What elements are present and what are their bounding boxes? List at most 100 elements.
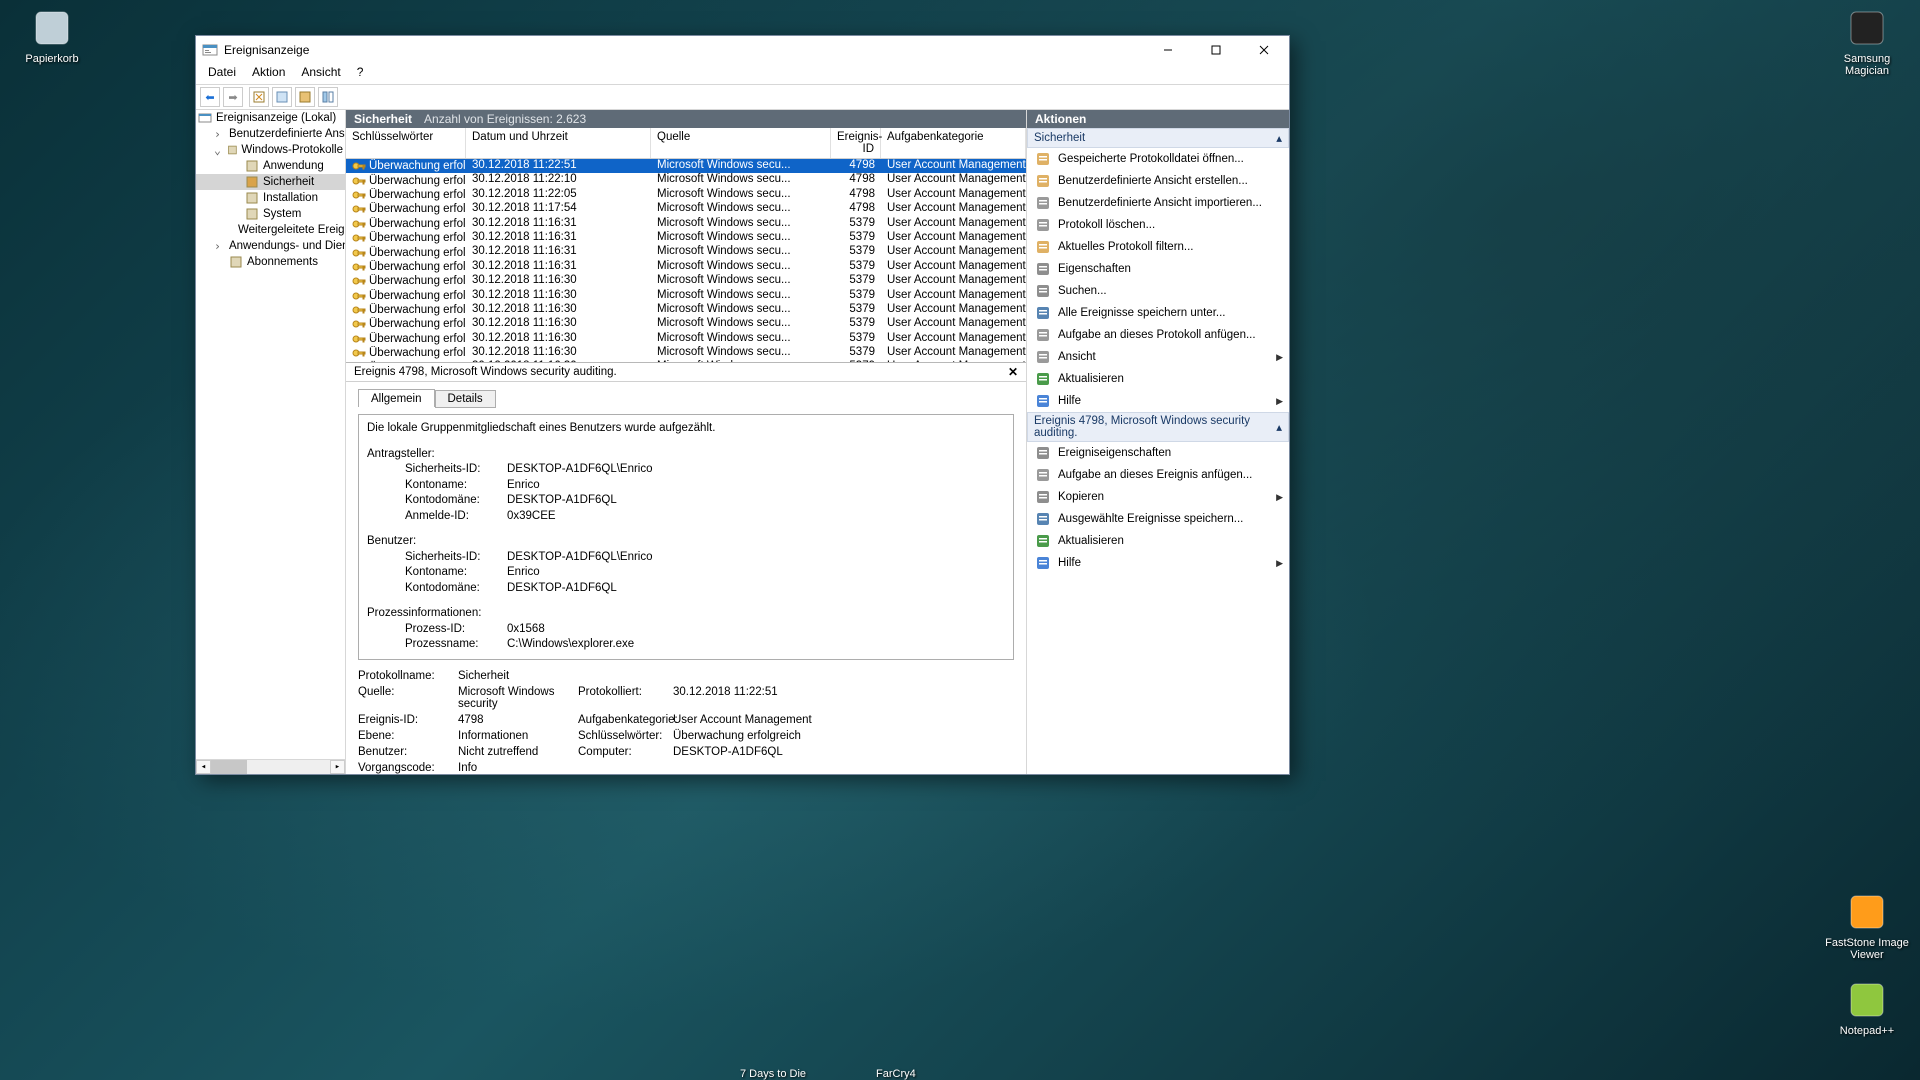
key-icon [352, 304, 366, 316]
minimize-button[interactable] [1147, 36, 1189, 64]
menu-view[interactable]: Ansicht [294, 64, 347, 84]
table-row[interactable]: Überwachung erfolgre...30.12.2018 11:16:… [346, 231, 1026, 245]
tree-item[interactable]: ›Benutzerdefinierte Ansichten [196, 126, 345, 142]
toolbar-btn-3[interactable] [295, 87, 315, 107]
key-icon [352, 275, 366, 287]
close-button[interactable] [1243, 36, 1285, 64]
toolbar-btn-1[interactable] [249, 87, 269, 107]
action-item[interactable]: Benutzerdefinierte Ansicht importieren..… [1027, 192, 1289, 214]
key-icon [352, 247, 366, 259]
actions-group-header[interactable]: Sicherheit▴ [1027, 128, 1289, 148]
table-row[interactable]: Überwachung erfolgre...30.12.2018 11:16:… [346, 289, 1026, 303]
action-icon [1035, 393, 1051, 409]
tree-horizontal-scrollbar[interactable]: ◂▸ [196, 759, 345, 774]
tree-root[interactable]: Ereignisanzeige (Lokal) [196, 110, 345, 126]
tree-item[interactable]: ⌄Windows-Protokolle [196, 142, 345, 158]
expand-icon[interactable]: › [214, 127, 221, 141]
menu-action[interactable]: Aktion [245, 64, 292, 84]
chevron-up-icon: ▴ [1276, 420, 1282, 434]
action-item[interactable]: Aktuelles Protokoll filtern... [1027, 236, 1289, 258]
expand-icon[interactable]: ⌄ [214, 143, 223, 157]
taskbar-item[interactable]: FarCry4 [876, 1068, 916, 1080]
table-row[interactable]: Überwachung erfolgre...30.12.2018 11:16:… [346, 245, 1026, 259]
tree-item[interactable]: Installation [196, 190, 345, 206]
key-icon [352, 333, 366, 345]
col-category[interactable]: Aufgabenkategorie [881, 128, 1026, 158]
table-row[interactable]: Überwachung erfolgre...30.12.2018 11:16:… [346, 303, 1026, 317]
center-pane: Sicherheit Anzahl von Ereignissen: 2.623… [346, 110, 1027, 774]
table-row[interactable]: Überwachung erfolgre...30.12.2018 11:16:… [346, 332, 1026, 346]
col-eventid[interactable]: Ereignis-ID [831, 128, 881, 158]
col-datetime[interactable]: Datum und Uhrzeit [466, 128, 651, 158]
grid-body[interactable]: Überwachung erfolgre...30.12.2018 11:22:… [346, 159, 1026, 362]
action-item[interactable]: Kopieren▶ [1027, 486, 1289, 508]
action-icon [1035, 555, 1051, 571]
tree-item[interactable]: Anwendung [196, 158, 345, 174]
tree-item[interactable]: Sicherheit [196, 174, 345, 190]
action-icon [1035, 239, 1051, 255]
detail-header: Ereignis 4798, Microsoft Windows securit… [346, 363, 1026, 382]
desktop-icon-faststone[interactable]: FastStone Image Viewer [1825, 890, 1909, 961]
expand-icon[interactable]: › [214, 239, 221, 253]
action-item[interactable]: Ereigniseigenschaften [1027, 442, 1289, 464]
action-icon [1035, 511, 1051, 527]
tab-general[interactable]: Allgemein [358, 389, 435, 407]
desktop-icon-notepadpp[interactable]: Notepad++ [1825, 978, 1909, 1037]
actions-pane: Aktionen Sicherheit▴Gespeicherte Protoko… [1027, 110, 1289, 774]
action-icon [1035, 217, 1051, 233]
forward-button[interactable]: ➡ [223, 87, 243, 107]
toolbar-btn-2[interactable] [272, 87, 292, 107]
action-icon [1035, 533, 1051, 549]
action-item[interactable]: Hilfe▶ [1027, 390, 1289, 412]
action-item[interactable]: Aufgabe an dieses Ereignis anfügen... [1027, 464, 1289, 486]
action-item[interactable]: Hilfe▶ [1027, 552, 1289, 574]
action-item[interactable]: Aktualisieren [1027, 368, 1289, 390]
table-row[interactable]: Überwachung erfolgre...30.12.2018 11:16:… [346, 360, 1026, 362]
action-item[interactable]: Gespeicherte Protokolldatei öffnen... [1027, 148, 1289, 170]
action-item[interactable]: Eigenschaften [1027, 258, 1289, 280]
table-row[interactable]: Überwachung erfolgre...30.12.2018 11:22:… [346, 159, 1026, 173]
action-item[interactable]: Alle Ereignisse speichern unter... [1027, 302, 1289, 324]
col-keywords[interactable]: Schlüsselwörter [346, 128, 466, 158]
key-icon [352, 160, 366, 172]
desktop-icon-recycle-bin[interactable]: Papierkorb [10, 6, 94, 65]
back-button[interactable]: ⬅ [200, 87, 220, 107]
table-row[interactable]: Überwachung erfolgre...30.12.2018 11:16:… [346, 346, 1026, 360]
menu-file[interactable]: Datei [201, 64, 243, 84]
table-row[interactable]: Überwachung erfolgre...30.12.2018 11:16:… [346, 317, 1026, 331]
action-item[interactable]: Protokoll löschen... [1027, 214, 1289, 236]
action-item[interactable]: Aktualisieren [1027, 530, 1289, 552]
actions-group-header[interactable]: Ereignis 4798, Microsoft Windows securit… [1027, 412, 1289, 442]
action-item[interactable]: Aufgabe an dieses Protokoll anfügen... [1027, 324, 1289, 346]
table-row[interactable]: Überwachung erfolgre...30.12.2018 11:22:… [346, 173, 1026, 187]
maximize-button[interactable] [1195, 36, 1237, 64]
taskbar-item[interactable]: 7 Days to Die [740, 1068, 806, 1080]
faststone-icon [1845, 890, 1889, 934]
table-row[interactable]: Überwachung erfolgre...30.12.2018 11:16:… [346, 274, 1026, 288]
log-icon [245, 175, 259, 189]
titlebar[interactable]: Ereignisanzeige [196, 36, 1289, 64]
recycle-bin-icon [30, 6, 74, 50]
menu-help[interactable]: ? [350, 64, 371, 84]
toolbar-btn-4[interactable] [318, 87, 338, 107]
action-item[interactable]: Suchen... [1027, 280, 1289, 302]
event-viewer-window: Ereignisanzeige Datei Aktion Ansicht ? ⬅… [195, 35, 1290, 775]
action-item[interactable]: Ausgewählte Ereignisse speichern... [1027, 508, 1289, 530]
tree-item[interactable]: System [196, 206, 345, 222]
tree-item[interactable]: Abonnements [196, 254, 345, 270]
action-icon [1035, 327, 1051, 343]
detail-close-icon[interactable]: ✕ [1008, 365, 1018, 379]
col-source[interactable]: Quelle [651, 128, 831, 158]
tree-item[interactable]: ›Anwendungs- und Dienstprotokolle [196, 238, 345, 254]
action-item[interactable]: Benutzerdefinierte Ansicht erstellen... [1027, 170, 1289, 192]
table-row[interactable]: Überwachung erfolgre...30.12.2018 11:17:… [346, 202, 1026, 216]
tab-details[interactable]: Details [435, 390, 496, 408]
window-title: Ereignisanzeige [224, 43, 1141, 57]
table-row[interactable]: Überwachung erfolgre...30.12.2018 11:22:… [346, 188, 1026, 202]
table-row[interactable]: Überwachung erfolgre...30.12.2018 11:16:… [346, 217, 1026, 231]
desktop-icon-samsung-magician[interactable]: Samsung Magician [1825, 6, 1909, 77]
action-item[interactable]: Ansicht▶ [1027, 346, 1289, 368]
tree-item[interactable]: Weitergeleitete Ereignisse [196, 222, 345, 238]
taskbar-previews: 7 Days to Die FarCry4 [740, 1068, 916, 1080]
table-row[interactable]: Überwachung erfolgre...30.12.2018 11:16:… [346, 260, 1026, 274]
